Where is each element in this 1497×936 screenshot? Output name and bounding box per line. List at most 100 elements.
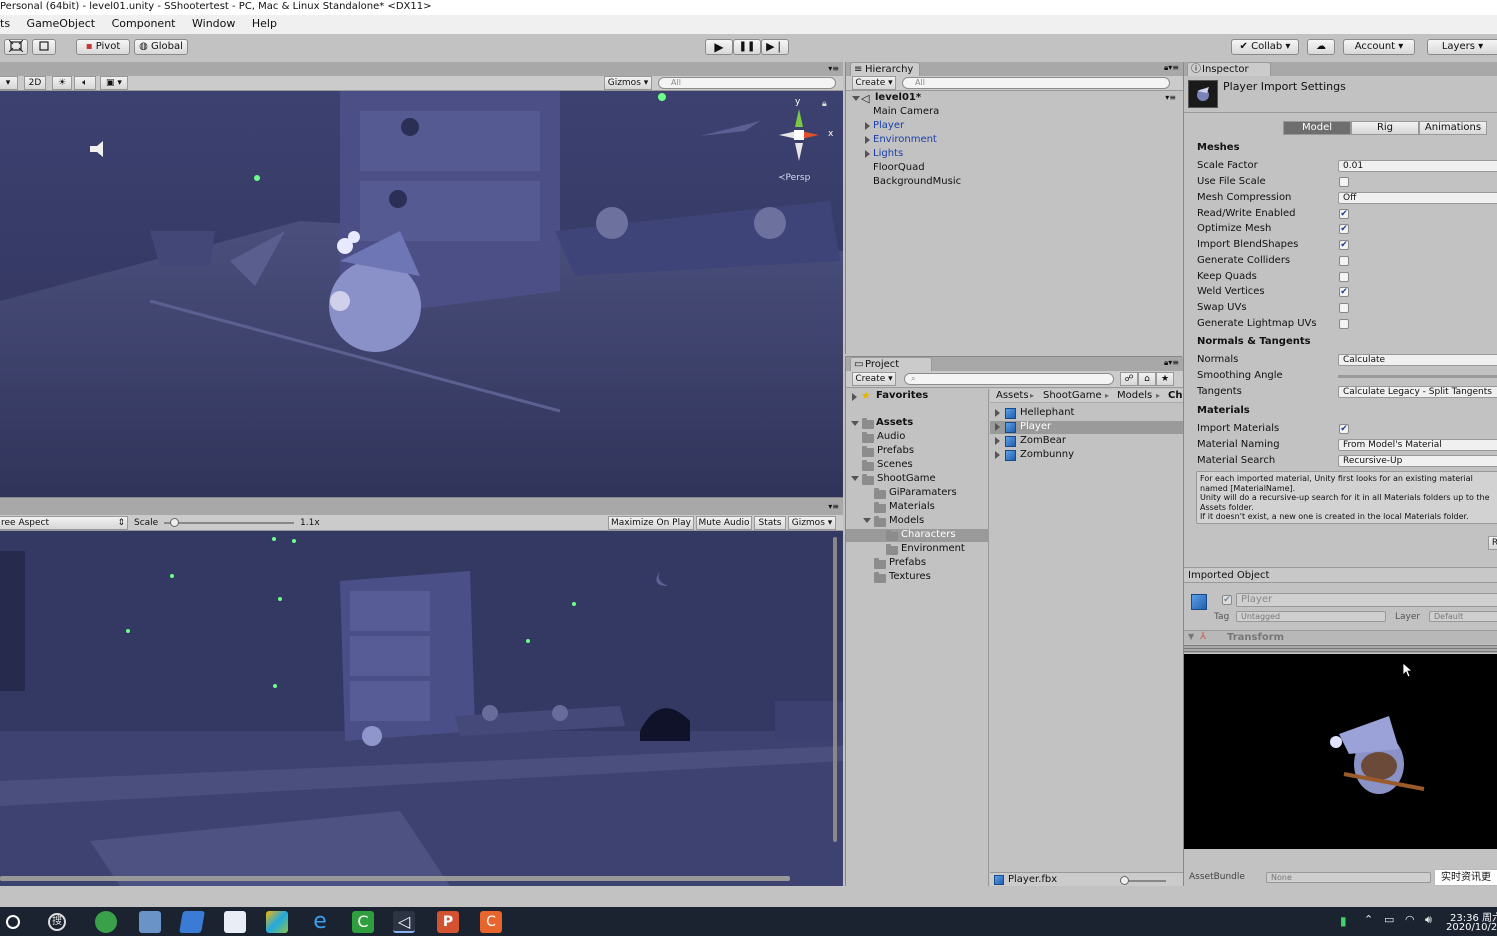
menu-gameobject[interactable]: GameObject (27, 15, 96, 33)
tree-item[interactable]: ShootGame (877, 472, 936, 486)
unity-taskbar-icon[interactable]: ◁ (393, 911, 415, 933)
tree-item[interactable]: Prefabs (877, 444, 914, 458)
swap-uvs-checkbox[interactable] (1339, 303, 1349, 313)
project-search-input[interactable]: ⌕ (904, 373, 1114, 385)
breadcrumb-shootgame[interactable]: ShootGame (1043, 389, 1102, 402)
game-panel-menu-icon[interactable]: ▾≡ (828, 502, 839, 511)
project-file-item[interactable]: Player (1020, 420, 1051, 434)
active-checkbox[interactable]: ✔ (1222, 595, 1232, 605)
recorder-icon[interactable]: C (480, 911, 502, 933)
icon-size-slider[interactable] (1120, 876, 1166, 885)
assets-expand-icon[interactable] (851, 421, 859, 426)
tree-item[interactable]: Textures (889, 570, 931, 584)
tree-item[interactable]: Audio (877, 430, 905, 444)
maximize-on-play-toggle[interactable]: Maximize On Play (608, 516, 694, 530)
tag-dropdown[interactable]: Untagged (1236, 611, 1386, 622)
move-tool-button[interactable] (4, 39, 28, 55)
hierarchy-create-dropdown[interactable]: Create ▾ (852, 76, 896, 90)
effects-dropdown[interactable]: ▣ ▾ (100, 76, 128, 90)
project-file-item[interactable]: Zombunny (1020, 448, 1074, 462)
file-expand-icon[interactable] (995, 451, 1000, 459)
animations-tab[interactable]: Animations (1419, 121, 1487, 135)
material-search-dropdown[interactable]: Recursive-Up (1338, 455, 1497, 467)
scene-viewport[interactable]: y x 🔒︎ ≺Persp (0, 91, 843, 497)
file-expand-icon[interactable] (995, 409, 1000, 417)
taskbar-tray-icon[interactable]: ▭ (1384, 913, 1394, 926)
generate-colliders-checkbox[interactable] (1339, 256, 1349, 266)
scene-orientation-gizmo[interactable] (767, 99, 837, 169)
tree-item[interactable]: Materials (889, 500, 935, 514)
panel-menu-icon[interactable]: ▾≡ (828, 64, 839, 73)
hierarchy-expand-icon[interactable] (865, 150, 870, 158)
video-player-icon[interactable] (266, 911, 288, 933)
preview-resize-handle[interactable] (1184, 645, 1497, 653)
import-blendshapes-checkbox[interactable]: ✔ (1339, 240, 1349, 250)
aspect-dropdown[interactable]: ree Aspect ⇕ (0, 516, 128, 530)
model-preview[interactable] (1184, 654, 1497, 849)
hierarchy-search-input[interactable]: All (902, 77, 1170, 89)
lighting-toggle[interactable]: ☀ (52, 76, 72, 90)
rect-tool-button[interactable] (32, 39, 56, 55)
tangents-dropdown[interactable]: Calculate Legacy - Split Tangents (1338, 386, 1497, 398)
pause-button[interactable]: ❚❚ (733, 39, 761, 55)
import-materials-checkbox[interactable]: ✔ (1339, 424, 1349, 434)
tree-expand-icon[interactable] (851, 476, 859, 481)
normals-dropdown[interactable]: Calculate (1338, 354, 1497, 366)
game-gizmos-dropdown[interactable]: Gizmos ▾ (788, 516, 836, 530)
favorites-label[interactable]: Favorites (876, 389, 928, 403)
lock-icon[interactable]: 🔒︎ (822, 99, 827, 109)
hierarchy-item[interactable]: Player (873, 119, 904, 133)
hierarchy-item[interactable]: FloorQuad (873, 161, 925, 175)
menu-help[interactable]: Help (252, 15, 277, 33)
scene-expand-icon[interactable] (852, 96, 860, 101)
hierarchy-expand-icon[interactable] (865, 122, 870, 130)
favorites-expand-icon[interactable] (852, 393, 857, 401)
tree-item[interactable]: Prefabs (889, 556, 926, 570)
game-vertical-scrollbar[interactable] (833, 537, 837, 842)
scene-menu-icon[interactable]: ▾≡ (1165, 93, 1176, 102)
menu-window[interactable]: Window (192, 15, 235, 33)
file-expand-icon[interactable] (995, 423, 1000, 431)
game-viewport[interactable] (0, 531, 843, 886)
hierarchy-expand-icon[interactable] (865, 136, 870, 144)
scene-search-input[interactable]: All (658, 77, 836, 89)
hierarchy-item[interactable]: Main Camera (873, 105, 939, 119)
hierarchy-item[interactable]: BackgroundMusic (873, 175, 961, 189)
notes-icon[interactable] (179, 911, 205, 933)
play-button[interactable]: ▶ (705, 39, 733, 55)
overlay-news-popup[interactable]: 实时资讯更 (1434, 869, 1497, 886)
wifi-icon[interactable]: ◠ (1405, 913, 1415, 926)
calculator-icon[interactable] (139, 911, 161, 933)
breadcrumb-assets[interactable]: Assets (996, 389, 1029, 402)
filter-by-label-button[interactable]: ⌂ (1138, 372, 1156, 386)
mute-audio-toggle[interactable]: Mute Audio (696, 516, 752, 530)
cloud-button[interactable]: ☁ (1307, 39, 1335, 55)
tree-item[interactable]: Models (889, 514, 924, 528)
collab-dropdown[interactable]: ✔ Collab ▾ (1231, 39, 1299, 55)
project-create-dropdown[interactable]: Create ▾ (852, 372, 896, 386)
edge-icon[interactable]: e (309, 911, 331, 933)
cortana-icon[interactable] (6, 915, 20, 929)
hierarchy-item[interactable]: Lights (873, 147, 903, 161)
assets-label[interactable]: Assets (876, 416, 913, 430)
project-file-item[interactable]: Hellephant (1020, 406, 1074, 420)
shading-mode-dropdown[interactable]: ▾ (0, 76, 18, 90)
file-expand-icon[interactable] (995, 437, 1000, 445)
hierarchy-menu-icon[interactable]: 🔒︎▾≡ (1164, 63, 1179, 73)
layer-dropdown[interactable]: Default (1429, 611, 1497, 622)
optimize-mesh-checkbox[interactable]: ✔ (1339, 224, 1349, 234)
tree-item[interactable]: Environment (901, 542, 965, 556)
browser-360-icon[interactable] (95, 911, 117, 933)
pivot-toggle[interactable]: ▪ Pivot (76, 39, 130, 55)
search-taskbar-icon[interactable]: 搜 (48, 913, 66, 931)
chevron-up-icon[interactable]: ⌃ (1364, 913, 1373, 926)
layers-dropdown[interactable]: Layers ▾ (1427, 39, 1497, 55)
scale-factor-input[interactable]: 0.01 (1338, 160, 1497, 172)
project-menu-icon[interactable]: 🔒︎▾≡ (1164, 358, 1179, 368)
mail-icon[interactable] (224, 911, 246, 933)
camtasia-icon[interactable]: C (352, 911, 374, 933)
scene-name[interactable]: level01* (875, 91, 921, 105)
powerpoint-icon[interactable]: P (437, 911, 459, 933)
scale-slider[interactable] (164, 518, 294, 527)
generate-lightmap-uvs-checkbox[interactable] (1339, 319, 1349, 329)
